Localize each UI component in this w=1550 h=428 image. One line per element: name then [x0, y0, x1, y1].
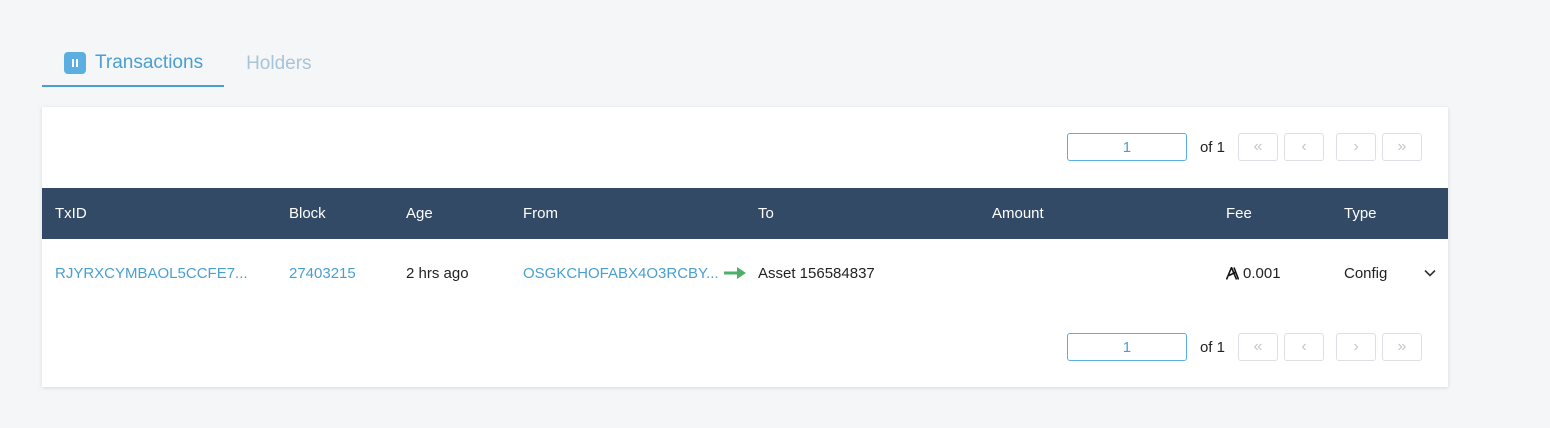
- pause-icon[interactable]: [64, 51, 86, 74]
- chevron-right-icon: ›: [1353, 138, 1359, 155]
- page-count-label: of 1: [1199, 138, 1225, 156]
- fee-value: 0.001: [1243, 264, 1281, 282]
- chevron-left-icon: ‹: [1301, 338, 1307, 355]
- tab-holders-label: Holders: [246, 52, 312, 74]
- column-header-block: Block: [289, 205, 326, 222]
- double-chevron-left-icon: «: [1253, 138, 1263, 155]
- prev-page-button[interactable]: ‹: [1284, 133, 1324, 161]
- tab-holders[interactable]: Holders: [224, 40, 333, 87]
- algo-icon: [1226, 266, 1239, 280]
- column-header-to: To: [758, 205, 774, 222]
- transactions-card: of 1 « ‹ › » TxID Block Age From To Amou…: [42, 107, 1448, 387]
- block-link[interactable]: 27403215: [289, 239, 356, 307]
- double-chevron-right-icon: »: [1397, 138, 1407, 155]
- prev-page-button[interactable]: ‹: [1284, 333, 1324, 361]
- age-value: 2 hrs ago: [406, 264, 469, 282]
- column-header-txid: TxID: [55, 205, 87, 222]
- txid-link[interactable]: RJYRXCYMBAOL5CCFE7...: [55, 239, 248, 307]
- arrow-right-icon: [724, 239, 746, 307]
- pagination-bottom: of 1 « ‹ › »: [1066, 333, 1422, 361]
- chevron-right-icon: ›: [1353, 338, 1359, 355]
- double-chevron-left-icon: «: [1253, 338, 1263, 355]
- tab-transactions[interactable]: Transactions: [42, 40, 225, 87]
- first-page-button[interactable]: «: [1238, 133, 1278, 161]
- chevron-left-icon: ‹: [1301, 138, 1307, 155]
- fee-cell: 0.001: [1226, 239, 1281, 307]
- next-page-button[interactable]: ›: [1336, 133, 1376, 161]
- pagination-top: of 1 « ‹ › »: [1066, 133, 1422, 161]
- table-header: TxID Block Age From To Amount Fee Type: [42, 188, 1448, 239]
- last-page-button[interactable]: »: [1382, 333, 1422, 361]
- to-asset-value: Asset 156584837: [758, 264, 875, 282]
- column-header-amount: Amount: [992, 205, 1044, 222]
- page-number-input[interactable]: [1066, 133, 1187, 161]
- first-page-button[interactable]: «: [1238, 333, 1278, 361]
- page-number-input[interactable]: [1066, 333, 1187, 361]
- double-chevron-right-icon: »: [1397, 338, 1407, 355]
- from-address-link[interactable]: OSGKCHOFABX4O3RCBY...: [523, 239, 719, 307]
- column-header-fee: Fee: [1226, 205, 1252, 222]
- type-value: Config: [1344, 264, 1388, 282]
- last-page-button[interactable]: »: [1382, 133, 1422, 161]
- column-header-age: Age: [406, 205, 433, 222]
- page-count-label: of 1: [1199, 338, 1225, 356]
- chevron-down-icon[interactable]: [1424, 239, 1436, 307]
- tab-transactions-label: Transactions: [95, 51, 204, 73]
- column-header-type: Type: [1344, 205, 1377, 222]
- column-header-from: From: [523, 205, 558, 222]
- table-row: RJYRXCYMBAOL5CCFE7... 27403215 2 hrs ago…: [42, 239, 1448, 307]
- tab-bar: Transactions Holders: [42, 40, 334, 87]
- next-page-button[interactable]: ›: [1336, 333, 1376, 361]
